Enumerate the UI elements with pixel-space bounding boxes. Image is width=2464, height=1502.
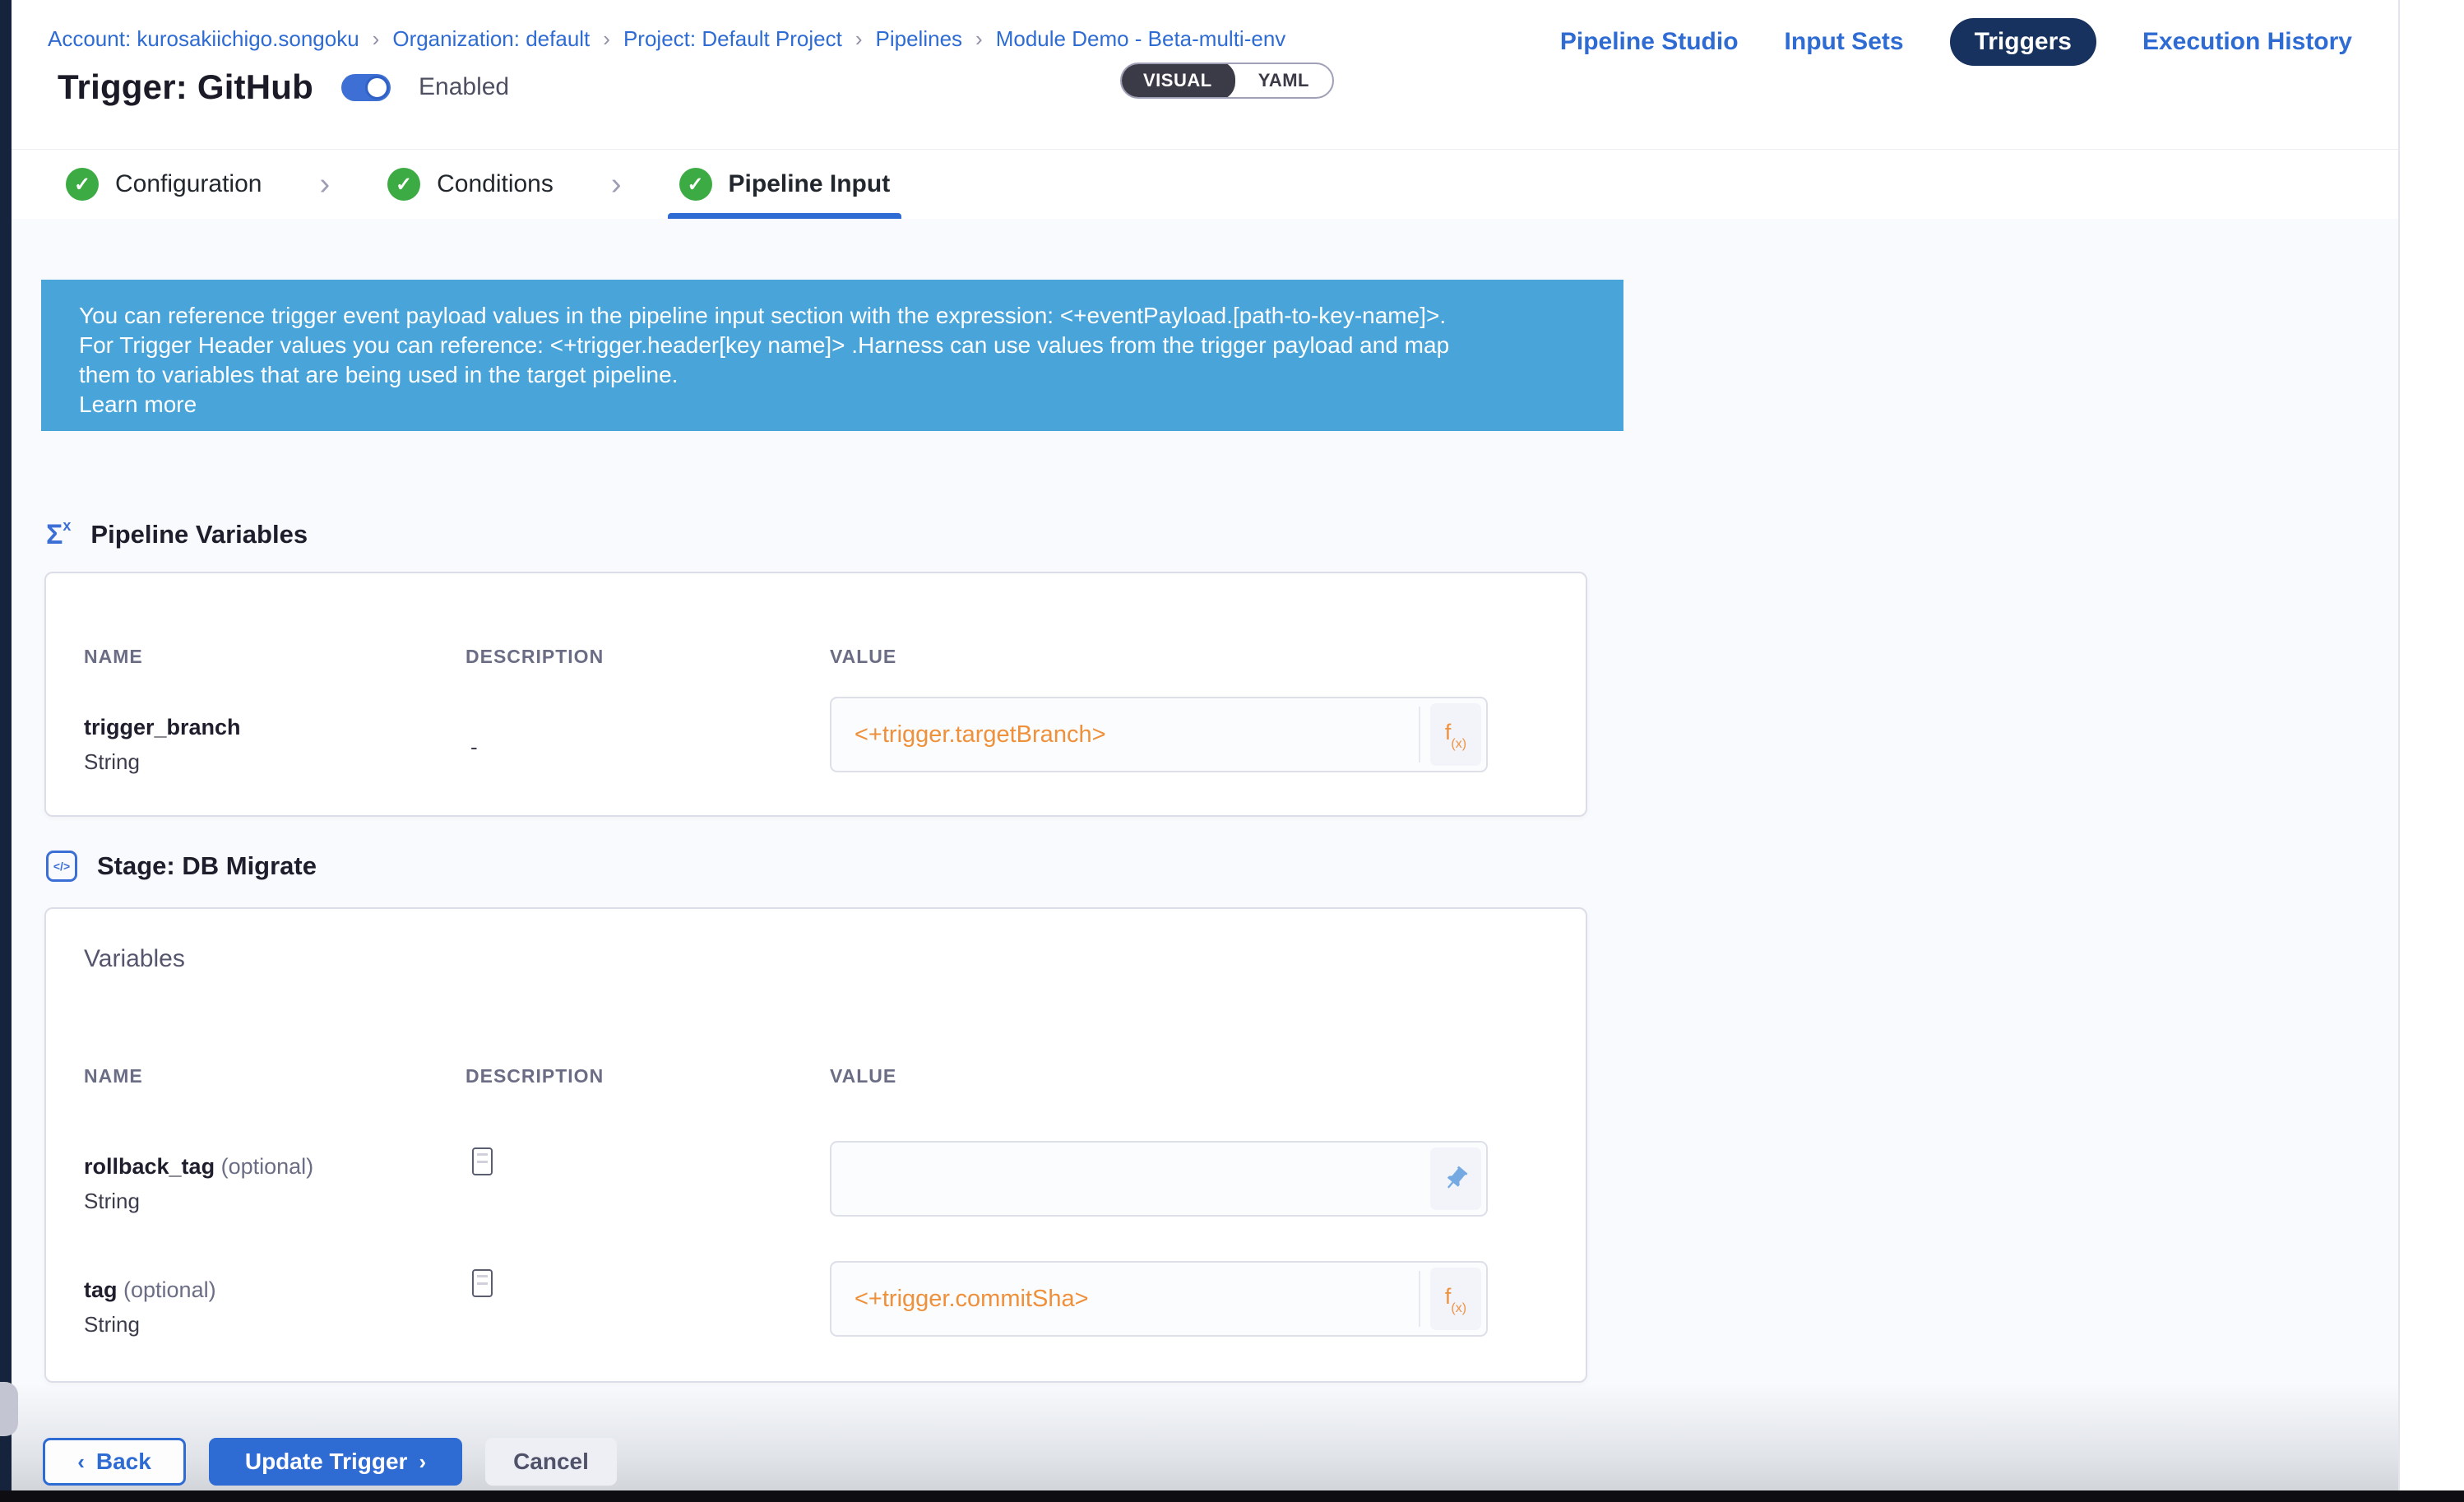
bottom-bar: [0, 1490, 2464, 1502]
page-header: Account: kurosakiichigo.songoku › Organi…: [12, 0, 2398, 149]
breadcrumb-separator: ›: [603, 26, 610, 52]
breadcrumb-link-account[interactable]: Account: kurosakiichigo.songoku: [48, 26, 359, 52]
banner-line: For Trigger Header values you can refere…: [79, 331, 1591, 360]
pin-button[interactable]: [1430, 1147, 1481, 1210]
expression-fx-button[interactable]: f(x): [1430, 1268, 1481, 1330]
left-rail: [0, 0, 12, 1502]
check-icon: ✓: [387, 168, 420, 201]
content-right-border: [2398, 0, 2400, 1490]
tab-label: Pipeline Input: [729, 170, 891, 198]
column-header-description: DESCRIPTION: [465, 1065, 604, 1087]
cancel-button[interactable]: Cancel: [485, 1438, 617, 1486]
variables-card-title: Variables: [84, 945, 185, 973]
banner-line: them to variables that are being used in…: [79, 360, 1591, 390]
enabled-toggle[interactable]: [341, 74, 391, 101]
visual-yaml-toggle: VISUAL YAML: [1120, 63, 1334, 99]
value-input-trigger-branch: f(x): [830, 697, 1488, 772]
rail-handle[interactable]: [0, 1382, 18, 1436]
fx-icon: f(x): [1445, 1286, 1466, 1312]
value-field[interactable]: [831, 1263, 1486, 1335]
check-icon: ✓: [66, 168, 99, 201]
tab-label: Conditions: [437, 170, 553, 198]
variable-type: String: [84, 1312, 140, 1337]
info-banner: You can reference trigger event payload …: [41, 280, 1623, 431]
value-field[interactable]: [831, 1143, 1486, 1215]
breadcrumb-separator: ›: [373, 26, 380, 52]
breadcrumb: Account: kurosakiichigo.songoku › Organi…: [48, 26, 1285, 52]
variable-description: -: [470, 735, 478, 760]
variable-type: String: [84, 1189, 140, 1214]
optional-suffix: (optional): [221, 1154, 314, 1179]
optional-suffix: (optional): [123, 1277, 216, 1302]
tab-conditions[interactable]: ✓ Conditions: [376, 150, 565, 219]
pipeline-nav: Pipeline Studio Input Sets Triggers Exec…: [1560, 18, 2352, 66]
chevron-right-icon: ›: [565, 150, 668, 219]
section-heading-label: Pipeline Variables: [90, 520, 308, 549]
back-button[interactable]: ‹ Back: [43, 1438, 186, 1486]
mode-toggle-yaml[interactable]: YAML: [1235, 63, 1332, 99]
nav-link-pipeline-studio[interactable]: Pipeline Studio: [1560, 28, 1739, 56]
chevron-left-icon: ‹: [77, 1449, 85, 1475]
expression-fx-button[interactable]: f(x): [1430, 703, 1481, 766]
mode-toggle-visual[interactable]: VISUAL: [1120, 63, 1235, 99]
enabled-label: Enabled: [419, 73, 509, 101]
breadcrumb-separator: ›: [975, 26, 983, 52]
learn-more-link[interactable]: Learn more: [79, 390, 1591, 420]
tab-label: Configuration: [115, 170, 262, 198]
check-icon: ✓: [679, 168, 712, 201]
fx-icon: f(x): [1445, 721, 1466, 748]
footer-actions: ‹ Back Update Trigger › Cancel: [43, 1438, 617, 1486]
update-trigger-button[interactable]: Update Trigger ›: [209, 1438, 462, 1486]
section-heading-stage: </> Stage: DB Migrate: [46, 851, 317, 882]
variable-name: tag (optional): [84, 1277, 216, 1303]
breadcrumb-link-organization[interactable]: Organization: default: [392, 26, 590, 52]
variable-type: String: [84, 749, 140, 775]
value-field[interactable]: [831, 698, 1486, 771]
stage-variables-card: Variables NAME DESCRIPTION VALUE rollbac…: [44, 907, 1587, 1383]
pipeline-input-panel: You can reference trigger event payload …: [12, 219, 2398, 1490]
breadcrumb-separator: ›: [855, 26, 863, 52]
input-divider: [1419, 1271, 1420, 1327]
chevron-right-icon: ›: [419, 1449, 426, 1475]
banner-line: You can reference trigger event payload …: [79, 301, 1591, 331]
page-title: Trigger: GitHub: [58, 67, 313, 107]
input-divider: [1419, 707, 1420, 763]
value-input-rollback-tag: [830, 1141, 1488, 1217]
breadcrumb-link-pipelines[interactable]: Pipelines: [876, 26, 963, 52]
section-heading-pipeline-variables: Σx Pipeline Variables: [46, 520, 308, 549]
tab-pipeline-input[interactable]: ✓ Pipeline Input: [668, 150, 902, 219]
breadcrumb-link-pipeline-name[interactable]: Module Demo - Beta-multi-env: [996, 26, 1286, 52]
value-input-tag: f(x): [830, 1261, 1488, 1337]
chevron-right-icon: ›: [273, 150, 376, 219]
nav-pill-triggers[interactable]: Triggers: [1950, 18, 2096, 66]
column-header-name: NAME: [84, 1065, 143, 1087]
variable-name: rollback_tag (optional): [84, 1154, 313, 1180]
pipeline-variables-icon: Σx: [46, 521, 71, 549]
pin-icon: [1442, 1165, 1470, 1193]
stage-icon: </>: [46, 851, 77, 882]
column-header-name: NAME: [84, 646, 143, 668]
wizard-tabbar: ✓ Configuration › ✓ Conditions › ✓ Pipel…: [12, 149, 2398, 219]
toggle-knob: [365, 76, 389, 100]
nav-link-input-sets[interactable]: Input Sets: [1785, 28, 1904, 56]
description-icon[interactable]: [472, 1147, 493, 1175]
pipeline-variables-card: NAME DESCRIPTION VALUE trigger_branch St…: [44, 572, 1587, 817]
column-header-value: VALUE: [830, 646, 896, 668]
variable-name: trigger_branch: [84, 715, 241, 740]
description-icon[interactable]: [472, 1269, 493, 1297]
tab-configuration[interactable]: ✓ Configuration: [54, 150, 273, 219]
breadcrumb-link-project[interactable]: Project: Default Project: [623, 26, 842, 52]
title-row: Trigger: GitHub Enabled: [58, 67, 509, 107]
column-header-description: DESCRIPTION: [465, 646, 604, 668]
section-heading-label: Stage: DB Migrate: [97, 851, 317, 881]
column-header-value: VALUE: [830, 1065, 896, 1087]
nav-link-execution-history[interactable]: Execution History: [2142, 28, 2352, 56]
